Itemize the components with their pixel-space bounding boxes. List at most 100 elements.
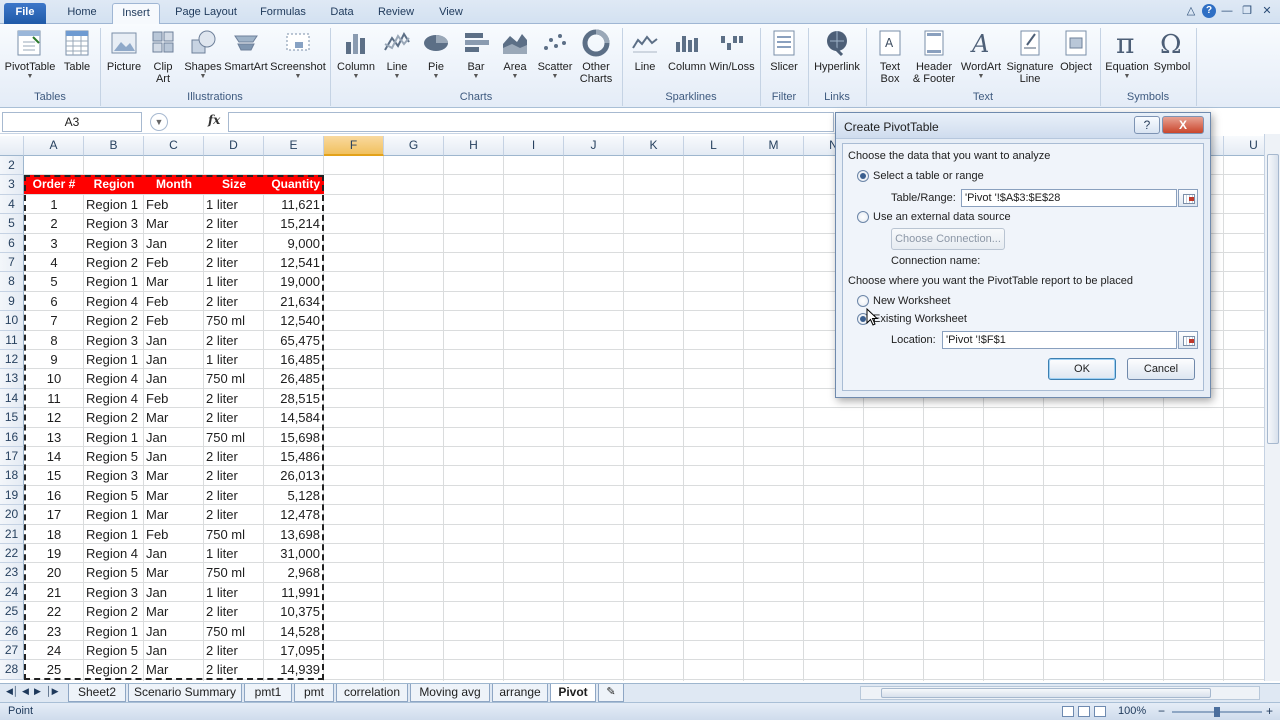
object-button[interactable]: Object xyxy=(1056,28,1096,73)
row-header[interactable]: 8 xyxy=(0,272,24,292)
sparkline-winloss-button[interactable]: Win/Loss xyxy=(708,28,756,73)
ok-button[interactable]: OK xyxy=(1048,358,1116,380)
table-cell[interactable]: Region 4 xyxy=(84,389,144,408)
table-cell[interactable]: 65,475 xyxy=(264,331,324,350)
column-header-c[interactable]: C xyxy=(144,136,204,156)
table-cell[interactable]: 750 ml xyxy=(204,311,264,330)
row-header[interactable]: 19 xyxy=(0,485,24,506)
table-button[interactable]: Table xyxy=(58,28,96,73)
column-header-h[interactable]: H xyxy=(444,136,504,156)
row-header[interactable]: 14 xyxy=(0,388,24,409)
table-cell[interactable]: 14,584 xyxy=(264,408,324,427)
table-cell[interactable]: Feb xyxy=(144,292,204,311)
table-cell[interactable]: 2 liter xyxy=(204,486,264,505)
tab-home[interactable]: Home xyxy=(56,3,108,24)
table-cell[interactable]: 2 liter xyxy=(204,641,264,660)
row-header[interactable]: 15 xyxy=(0,408,24,428)
column-header-i[interactable]: I xyxy=(504,136,564,156)
column-header-k[interactable]: K xyxy=(624,136,684,156)
column-header-u[interactable]: U xyxy=(1224,136,1264,156)
row-header[interactable]: 10 xyxy=(0,311,24,331)
table-cell[interactable]: 13,698 xyxy=(264,525,324,544)
table-cell[interactable]: 3 xyxy=(24,234,84,253)
tab-page-layout[interactable]: Page Layout xyxy=(168,3,244,24)
row-header[interactable]: 3 xyxy=(0,175,24,195)
table-header-cell[interactable]: Quantity xyxy=(264,175,324,195)
table-cell[interactable]: 1 xyxy=(24,195,84,214)
table-cell[interactable]: 2 liter xyxy=(204,408,264,427)
insert-sheet-icon[interactable]: ✎ xyxy=(598,684,624,702)
zoom-in-icon[interactable]: + xyxy=(1266,704,1273,718)
table-cell[interactable]: Region 5 xyxy=(84,563,144,582)
table-cell[interactable]: Jan xyxy=(144,622,204,641)
table-cell[interactable]: 11,991 xyxy=(264,583,324,602)
column-header-e[interactable]: E xyxy=(264,136,324,156)
zoom-slider-knob[interactable] xyxy=(1214,707,1220,717)
last-sheet-icon[interactable]: │▶ xyxy=(46,686,59,697)
radio-external-source-label[interactable]: Use an external data source xyxy=(873,211,1011,223)
signature-line-button[interactable]: Signature Line xyxy=(1004,28,1056,85)
pie-chart-button[interactable]: Pie ▼ xyxy=(418,28,454,81)
table-cell[interactable]: 2 liter xyxy=(204,234,264,253)
table-cell[interactable]: 1 liter xyxy=(204,350,264,369)
sheet-tab-sheet2[interactable]: Sheet2 xyxy=(68,684,126,702)
column-header-a[interactable]: A xyxy=(24,136,84,156)
table-cell[interactable]: Region 3 xyxy=(84,466,144,485)
equation-button[interactable]: π Equation ▼ xyxy=(1104,28,1150,81)
hyperlink-button[interactable]: Hyperlink xyxy=(812,28,862,73)
table-cell[interactable]: Mar xyxy=(144,602,204,621)
insert-function-icon[interactable]: fx xyxy=(208,113,220,127)
row-header[interactable]: 6 xyxy=(0,233,24,253)
table-cell[interactable]: 19,000 xyxy=(264,272,324,291)
table-cell[interactable]: Region 5 xyxy=(84,447,144,466)
table-cell[interactable]: 4 xyxy=(24,253,84,272)
horizontal-scrollbar[interactable] xyxy=(860,686,1260,700)
table-cell[interactable]: 26,485 xyxy=(264,369,324,388)
table-cell[interactable]: 21,634 xyxy=(264,292,324,311)
table-cell[interactable]: 28,515 xyxy=(264,389,324,408)
vertical-scrollbar[interactable] xyxy=(1264,134,1280,681)
table-cell[interactable]: 26,013 xyxy=(264,466,324,485)
table-cell[interactable]: 25 xyxy=(24,660,84,679)
shapes-button[interactable]: Shapes ▼ xyxy=(184,28,222,81)
table-cell[interactable]: 12,540 xyxy=(264,311,324,330)
other-charts-button[interactable]: Other Charts xyxy=(576,28,616,85)
select-all-corner[interactable] xyxy=(0,136,24,156)
page-break-view-icon[interactable] xyxy=(1094,706,1106,717)
table-cell[interactable]: Region 4 xyxy=(84,292,144,311)
table-cell[interactable]: 2 liter xyxy=(204,602,264,621)
dialog-titlebar[interactable]: Create PivotTable ? X xyxy=(836,113,1210,139)
table-cell[interactable]: 2 liter xyxy=(204,389,264,408)
row-header[interactable]: 22 xyxy=(0,544,24,564)
row-header[interactable]: 2 xyxy=(0,156,24,176)
sheet-tab-correlation[interactable]: correlation xyxy=(336,684,408,702)
table-cell[interactable]: Jan xyxy=(144,544,204,563)
row-header[interactable]: 26 xyxy=(0,621,24,641)
area-chart-button[interactable]: Area ▼ xyxy=(496,28,534,81)
table-cell[interactable]: Mar xyxy=(144,563,204,582)
table-cell[interactable]: 10 xyxy=(24,369,84,388)
row-header[interactable]: 21 xyxy=(0,524,24,544)
column-header-j[interactable]: J xyxy=(564,136,624,156)
table-cell[interactable]: Region 1 xyxy=(84,428,144,447)
table-cell[interactable]: 12 xyxy=(24,408,84,427)
column-chart-button[interactable]: Column ▼ xyxy=(334,28,378,81)
table-cell[interactable]: 15,698 xyxy=(264,428,324,447)
table-cell[interactable]: Mar xyxy=(144,214,204,233)
table-range-input[interactable]: 'Pivot '!$A$3:$E$28 xyxy=(961,189,1177,207)
minimize-ribbon-icon[interactable]: △ xyxy=(1184,4,1198,18)
symbol-button[interactable]: Ω Symbol xyxy=(1152,28,1192,73)
table-cell[interactable]: 2 liter xyxy=(204,331,264,350)
wordart-button[interactable]: A WordArt ▼ xyxy=(958,28,1004,81)
table-cell[interactable]: Jan xyxy=(144,447,204,466)
row-header[interactable]: 24 xyxy=(0,582,24,603)
formula-input[interactable] xyxy=(228,112,834,132)
scatter-chart-button[interactable]: Scatter ▼ xyxy=(536,28,574,81)
tab-formulas[interactable]: Formulas xyxy=(252,3,314,24)
radio-new-worksheet-label[interactable]: New Worksheet xyxy=(873,295,950,307)
row-header[interactable]: 9 xyxy=(0,291,24,312)
table-cell[interactable]: 19 xyxy=(24,544,84,563)
tab-view[interactable]: View xyxy=(430,3,472,24)
row-header[interactable]: 27 xyxy=(0,641,24,661)
table-cell[interactable]: 1 liter xyxy=(204,583,264,602)
